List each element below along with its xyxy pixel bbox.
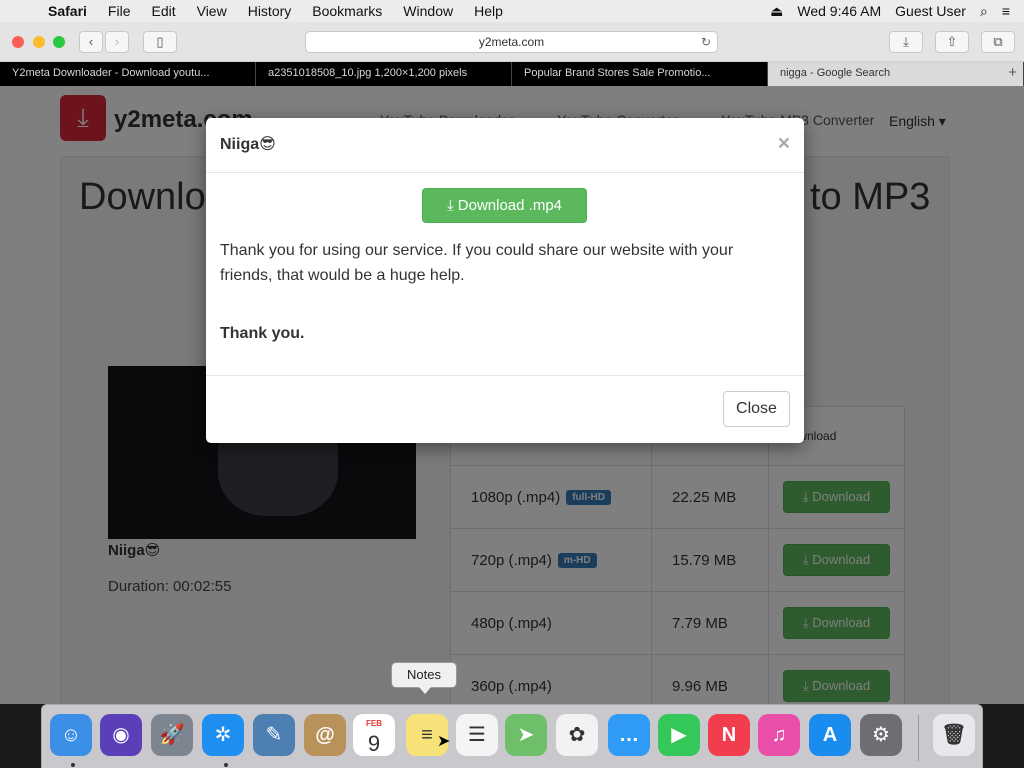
download-modal: Niiga😎 × ⤓ Download .mp4 Thank you for u… (206, 118, 804, 443)
menu-help[interactable]: Help (474, 3, 503, 19)
notification-center-icon[interactable]: ≡ (1002, 3, 1010, 19)
dock: ☺ ◉ 🚀 ✲ ✎ @ FEB 9 ≡ ☰ ➤ ✿… ▶ N ♫ A ⚙ 🗑 (41, 704, 983, 768)
menu-edit[interactable]: Edit (151, 3, 175, 19)
modal-message: Thank you for using our service. If you … (220, 242, 734, 284)
back-button[interactable]: ‹ (79, 31, 103, 53)
news-icon[interactable]: N (708, 714, 750, 756)
facetime-icon[interactable]: ▶ (658, 714, 700, 756)
menu-safari[interactable]: Safari (48, 3, 87, 19)
finder-icon[interactable]: ☺ (50, 714, 92, 756)
modal-title: Niiga😎 (220, 136, 276, 153)
running-indicator (224, 763, 228, 767)
forward-button[interactable]: › (105, 31, 129, 53)
spotlight-icon[interactable]: ⌕ (980, 3, 988, 20)
download-mp4-button[interactable]: ⤓ Download .mp4 (422, 188, 587, 223)
downloads-button[interactable]: ⤓ (889, 31, 923, 53)
minimize-window-icon[interactable] (33, 36, 45, 48)
calendar-day: 9 (367, 731, 381, 756)
maps-icon[interactable]: ➤ (505, 714, 547, 756)
close-button[interactable]: Close (723, 391, 790, 427)
close-window-icon[interactable] (12, 36, 24, 48)
mouse-cursor-icon: ➤ (437, 733, 451, 750)
safari-toolbar: ‹ › ▯ y2meta.com ↻ ⤓ ⇧ ⧉ (0, 22, 1024, 62)
trash-icon[interactable]: 🗑 (933, 714, 975, 756)
messages-icon[interactable]: … (608, 714, 650, 756)
menu-bookmarks[interactable]: Bookmarks (312, 3, 382, 19)
new-tab-button[interactable]: + (1008, 62, 1017, 84)
menu-bar: Safari File Edit View History Bookmarks … (0, 0, 1024, 22)
siri-icon[interactable]: ◉ (100, 714, 142, 756)
calendar-month: FEB (366, 719, 382, 728)
eject-icon[interactable]: ⏏ (770, 3, 783, 20)
menu-view[interactable]: View (197, 3, 227, 19)
running-indicator (71, 763, 75, 767)
menu-file[interactable]: File (108, 3, 131, 19)
modal-header: Niiga😎 × (206, 118, 804, 173)
itunes-icon[interactable]: ♫ (758, 714, 800, 756)
address-bar[interactable]: y2meta.com ↻ (305, 31, 718, 53)
modal-thanks: Thank you. (220, 325, 305, 342)
reload-icon[interactable]: ↻ (701, 32, 711, 52)
reminders-icon[interactable]: ☰ (456, 714, 498, 756)
menu-history[interactable]: History (248, 3, 292, 19)
status-area: ⏏ Wed 9:46 AM Guest User ⌕ ≡ (770, 0, 1024, 22)
tab-y2meta[interactable]: Y2meta Downloader - Download youtu... (0, 62, 256, 86)
user-menu[interactable]: Guest User (895, 3, 966, 19)
clock[interactable]: Wed 9:46 AM (797, 3, 881, 19)
menu-window[interactable]: Window (403, 3, 453, 19)
modal-footer: Close (206, 376, 804, 442)
sidebar-button[interactable]: ▯ (143, 31, 177, 53)
dock-separator (918, 715, 919, 761)
safari-icon[interactable]: ✲ (202, 714, 244, 756)
tab-bar: Y2meta Downloader - Download youtu... a2… (0, 62, 1024, 86)
share-button[interactable]: ⇧ (935, 31, 969, 53)
tab-brand-stores[interactable]: Popular Brand Stores Sale Promotio... (512, 62, 768, 86)
zoom-window-icon[interactable] (53, 36, 65, 48)
tab-overview-button[interactable]: ⧉ (981, 31, 1015, 53)
dock-tooltip: Notes (391, 662, 457, 694)
modal-body: ⤓ Download .mp4 Thank you for using our … (206, 173, 804, 376)
launchpad-icon[interactable]: 🚀 (151, 714, 193, 756)
calendar-icon[interactable]: FEB 9 (353, 714, 395, 756)
tab-label: nigga - Google Search (780, 67, 891, 79)
system-preferences-icon[interactable]: ⚙ (860, 714, 902, 756)
preview-icon[interactable]: ✎ (253, 714, 295, 756)
photos-icon[interactable]: ✿ (556, 714, 598, 756)
tab-image[interactable]: a2351018508_10.jpg 1,200×1,200 pixels (256, 62, 512, 86)
url-text: y2meta.com (478, 35, 545, 49)
appstore-icon[interactable]: A (809, 714, 851, 756)
contacts-icon[interactable]: @ (304, 714, 346, 756)
close-icon[interactable]: × (778, 132, 790, 156)
tab-google-search[interactable]: nigga - Google Search + (768, 62, 1024, 86)
